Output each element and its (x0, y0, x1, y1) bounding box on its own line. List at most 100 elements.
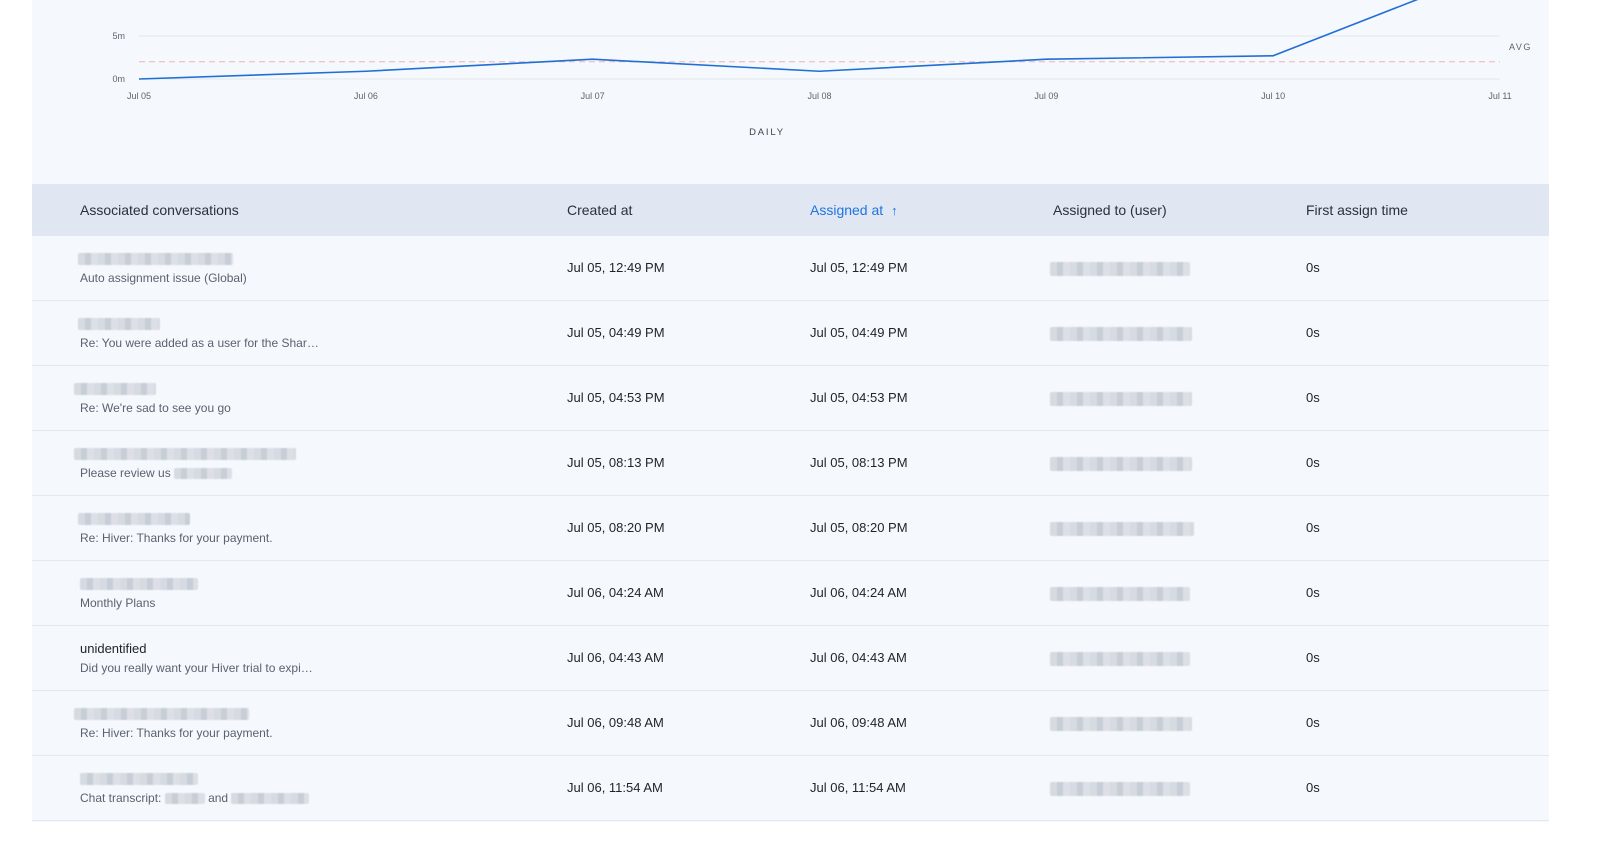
table-row[interactable]: Re: You were added as a user for the Sha… (32, 301, 1549, 366)
table-row[interactable]: Please review us Jul 05, 08:13 PM Jul 05,… (32, 431, 1549, 496)
redacted-text (164, 793, 205, 805)
redacted-sender (80, 578, 198, 590)
conversation-subject-text: Please review us (80, 466, 171, 480)
redacted-sender (78, 318, 160, 330)
conversation-sender (78, 511, 190, 527)
assigned-user-cell (1050, 457, 1192, 471)
conversation-cell[interactable]: Monthly Plans (80, 561, 500, 625)
header-created-at[interactable]: Created at (567, 184, 632, 236)
assigned-at-cell: Jul 05, 04:53 PM (810, 390, 908, 405)
conversations-table: Associated conversations Created at Assi… (32, 184, 1549, 821)
assigned-at-cell: Jul 05, 08:13 PM (810, 455, 908, 470)
conversation-subject-text: Re: You were added as a user for the Sha… (80, 336, 319, 350)
x-tick-label: Jul 08 (807, 91, 831, 101)
conversation-subject-text: Re: Hiver: Thanks for your payment. (80, 726, 273, 740)
conversation-cell[interactable]: Re: Hiver: Thanks for your payment. (74, 691, 500, 755)
conversation-subject: Monthly Plans (80, 596, 155, 610)
conversation-cell[interactable]: Re: You were added as a user for the Sha… (78, 301, 500, 365)
created-at-cell: Jul 06, 04:43 AM (567, 650, 664, 665)
conversation-sender (78, 251, 233, 267)
header-first-assign-time[interactable]: First assign time (1306, 184, 1408, 236)
conversation-subject-text: Re: Hiver: Thanks for your payment. (80, 531, 273, 545)
report-panel: 0m 5m AVG Jul 05 Jul 06 Jul 07 Jul 08 Jul 09 Jul… (32, 0, 1549, 822)
table-row[interactable]: Re: Hiver: Thanks for your payment. Jul 0… (32, 496, 1549, 561)
created-at-cell: Jul 05, 08:13 PM (567, 455, 665, 470)
conversation-subject: Chat transcript: and (80, 791, 310, 805)
assigned-user-cell (1050, 652, 1190, 666)
assigned-user-cell (1050, 262, 1190, 276)
redacted-sender (78, 513, 190, 525)
created-at-cell: Jul 05, 12:49 PM (567, 260, 665, 275)
conversation-subject-text: Auto assignment issue (Global) (80, 271, 247, 285)
redacted-text (231, 793, 310, 805)
table-row[interactable]: Re: Hiver: Thanks for your payment. Jul 0… (32, 691, 1549, 756)
assigned-at-cell: Jul 05, 12:49 PM (810, 260, 908, 275)
conversation-subject: Re: We're sad to see you go (80, 401, 231, 415)
conversation-subject: Did you really want your Hiver trial to … (80, 661, 313, 675)
created-at-cell: Jul 05, 08:20 PM (567, 520, 665, 535)
conversation-subject-text: Re: We're sad to see you go (80, 401, 231, 415)
header-assigned-to-user[interactable]: Assigned to (user) (1053, 184, 1167, 236)
conversation-sender (74, 446, 296, 462)
assigned-at-cell: Jul 05, 04:49 PM (810, 325, 908, 340)
first-assign-time-cell: 0s (1306, 390, 1320, 405)
conversation-sender (74, 706, 249, 722)
assigned-at-cell: Jul 06, 09:48 AM (810, 715, 907, 730)
redacted-text (174, 468, 233, 480)
assigned-user-cell (1050, 392, 1192, 406)
assigned-user-cell (1050, 782, 1190, 796)
conversation-cell[interactable]: unidentified Did you really want your Hiv… (80, 626, 500, 690)
redacted-sender (80, 773, 198, 785)
table-body: Auto assignment issue (Global) Jul 05, 12… (32, 236, 1549, 821)
header-associated-conversations[interactable]: Associated conversations (80, 184, 239, 236)
assigned-at-cell: Jul 06, 11:54 AM (810, 780, 906, 795)
assigned-user-cell (1050, 522, 1194, 536)
first-assign-time-cell: 0s (1306, 260, 1320, 275)
table-row[interactable]: Re: We're sad to see you go Jul 05, 04:53… (32, 366, 1549, 431)
first-assign-time-cell: 0s (1306, 585, 1320, 600)
y-tick-label: 5m (112, 31, 125, 41)
assigned-user-cell (1050, 587, 1190, 601)
table-row[interactable]: unidentified Did you really want your Hiv… (32, 626, 1549, 691)
assigned-at-cell: Jul 06, 04:24 AM (810, 585, 907, 600)
conversation-cell[interactable]: Re: Hiver: Thanks for your payment. (78, 496, 500, 560)
conversation-sender (80, 771, 198, 787)
created-at-cell: Jul 05, 04:53 PM (567, 390, 665, 405)
table-header: Associated conversations Created at Assi… (32, 184, 1549, 236)
y-tick-label: 0m (112, 74, 125, 84)
conversation-sender (78, 316, 160, 332)
table-row[interactable]: Monthly Plans Jul 06, 04:24 AM Jul 06, 04:… (32, 561, 1549, 626)
conversation-cell[interactable]: Chat transcript: and (80, 756, 500, 820)
created-at-cell: Jul 06, 04:24 AM (567, 585, 664, 600)
assigned-user-cell (1050, 717, 1192, 731)
conversation-subject-text: Chat transcript: (80, 791, 162, 805)
conversation-subject: Re: Hiver: Thanks for your payment. (80, 726, 273, 740)
conversation-cell[interactable]: Please review us (74, 431, 500, 495)
period-label: DAILY (749, 127, 785, 138)
x-tick-label: Jul 09 (1034, 91, 1058, 101)
first-assign-time-cell: 0s (1306, 325, 1320, 340)
redacted-sender (78, 253, 233, 265)
conversation-subject: Re: You were added as a user for the Sha… (80, 336, 319, 350)
x-tick-label: Jul 05 (127, 91, 151, 101)
table-row[interactable]: Chat transcript: and Jul 06, 11:54 AM Jul… (32, 756, 1549, 821)
conversation-subject: Auto assignment issue (Global) (80, 271, 247, 285)
table-row[interactable]: Auto assignment issue (Global) Jul 05, 12… (32, 236, 1549, 301)
x-tick-label: Jul 10 (1261, 91, 1285, 101)
line-chart: 0m 5m AVG Jul 05 Jul 06 Jul 07 Jul 08 Jul 09 Jul… (32, 0, 1549, 150)
conversation-subject-text: Monthly Plans (80, 596, 156, 610)
x-tick-label: Jul 11 (1488, 91, 1511, 101)
first-assign-time-cell: 0s (1306, 520, 1320, 535)
x-tick-label: Jul 06 (354, 91, 378, 101)
assigned-at-cell: Jul 06, 04:43 AM (810, 650, 907, 665)
conversation-sender: unidentified (80, 641, 147, 656)
conversation-subject-mid: and (208, 791, 229, 805)
x-tick-label: Jul 07 (581, 91, 605, 101)
header-assigned-at[interactable]: Assigned at ↑ (810, 184, 898, 236)
conversation-cell[interactable]: Re: We're sad to see you go (74, 366, 500, 430)
assigned-at-cell: Jul 05, 08:20 PM (810, 520, 908, 535)
arrow-up-icon: ↑ (891, 203, 898, 218)
first-assign-time-cell: 0s (1306, 715, 1320, 730)
conversation-cell[interactable]: Auto assignment issue (Global) (78, 236, 500, 300)
redacted-sender (74, 383, 156, 395)
